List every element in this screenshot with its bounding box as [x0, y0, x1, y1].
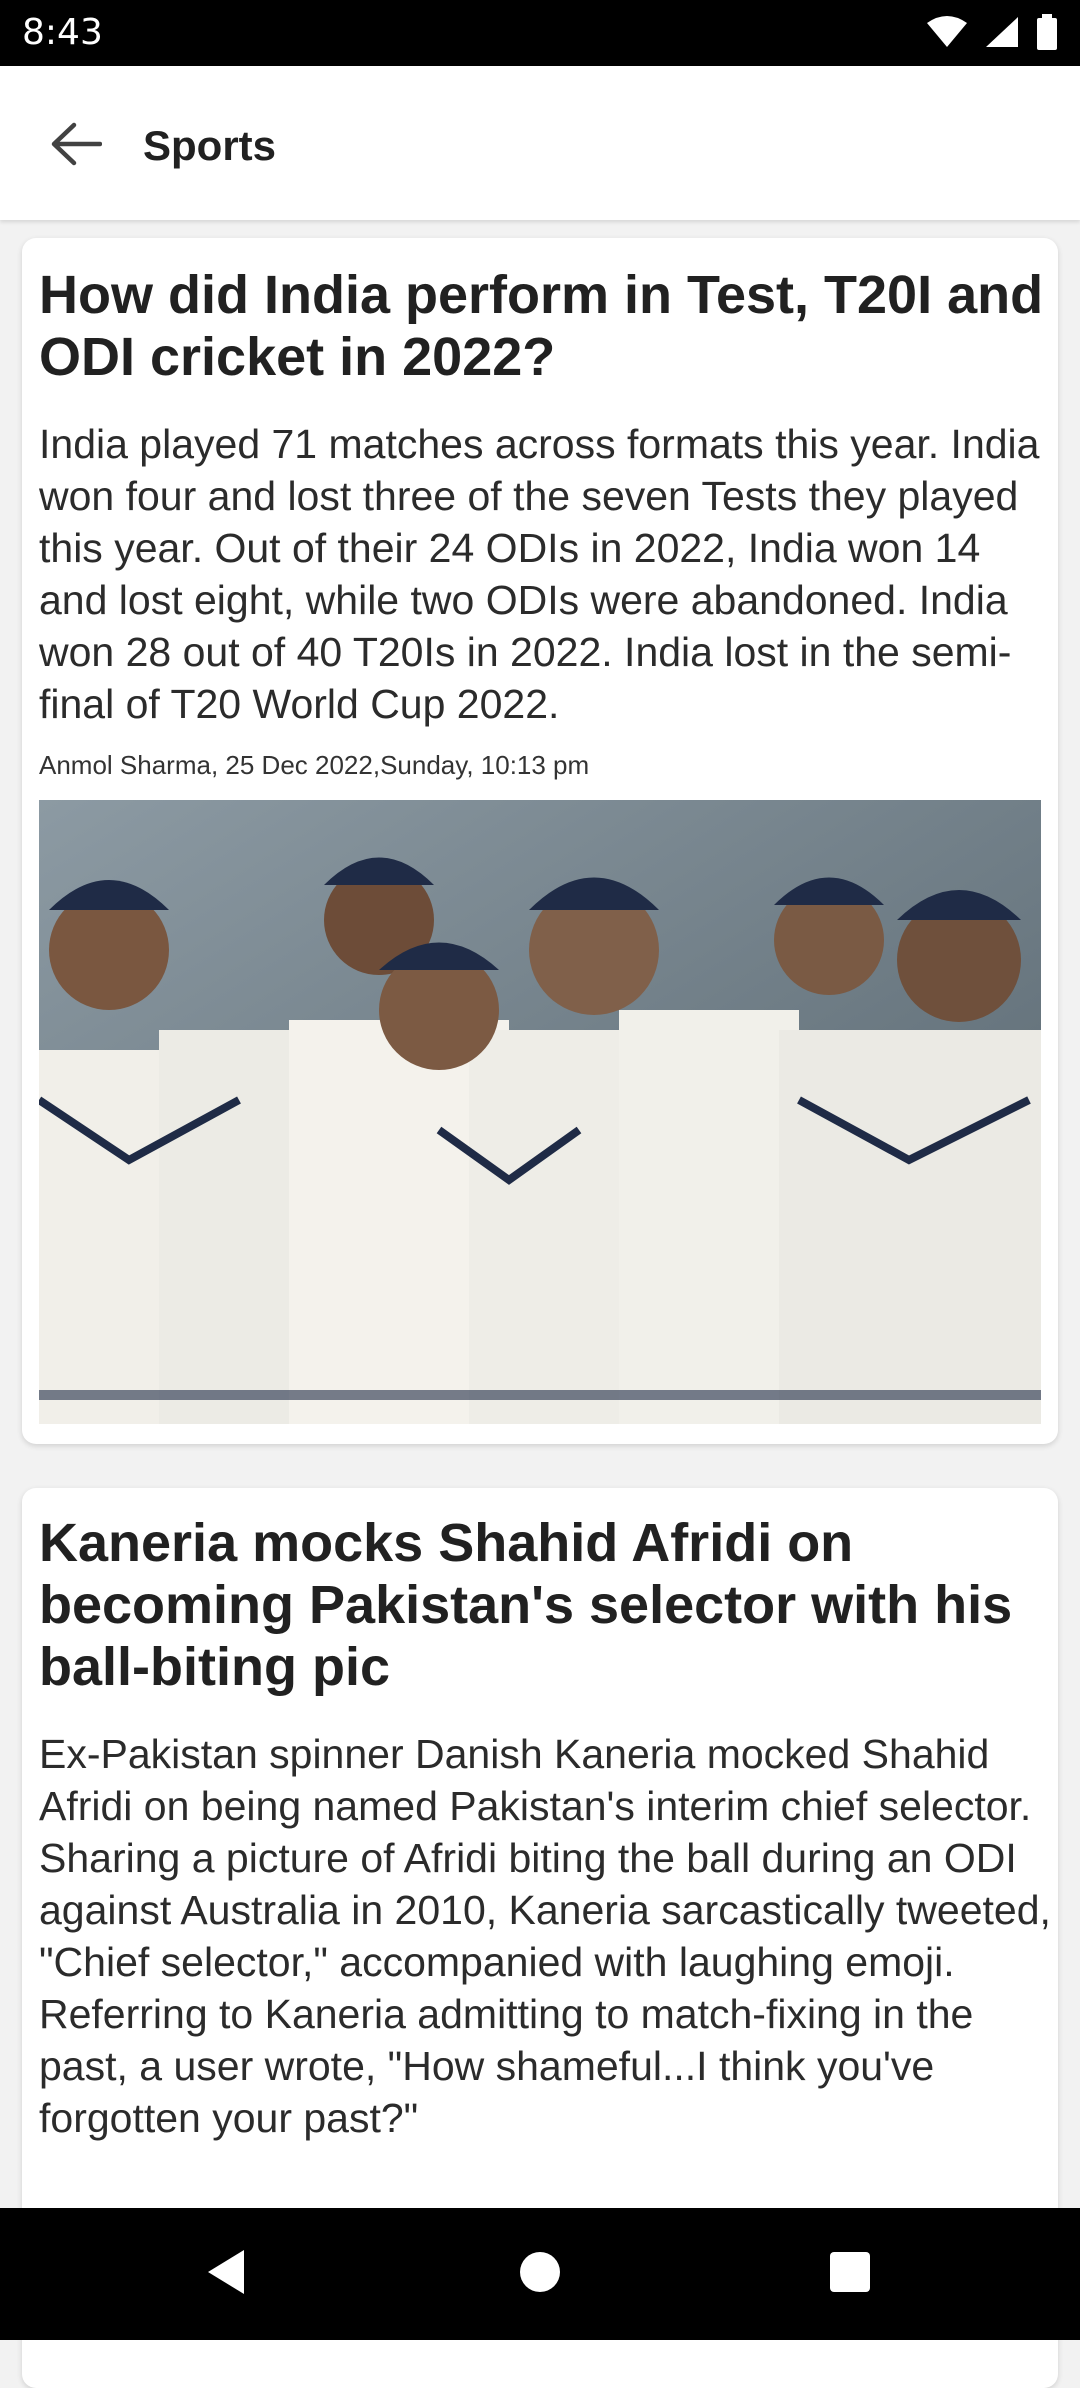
- recents-square-icon: [828, 2250, 872, 2299]
- article-summary: Ex-Pakistan spinner Danish Kaneria mocke…: [39, 1731, 1051, 2141]
- article-summary: India played 71 matches across formats t…: [39, 421, 1040, 727]
- battery-icon: [1036, 14, 1058, 50]
- article-card[interactable]: How did India perform in Test, T20I and …: [22, 238, 1058, 1444]
- page-title: Sports: [143, 122, 277, 169]
- back-triangle-icon: [204, 2248, 248, 2301]
- status-bar: 8:43: [0, 0, 1080, 66]
- home-circle-icon: [518, 2250, 562, 2299]
- system-nav-bar: [0, 2208, 1080, 2340]
- wifi-icon: [926, 15, 968, 49]
- status-time: 8:43: [22, 12, 103, 53]
- cellular-signal-icon: [984, 15, 1020, 49]
- arrow-left-icon: [50, 122, 103, 171]
- nav-recents-button[interactable]: [820, 2244, 880, 2304]
- article-image[interactable]: [39, 800, 1041, 1424]
- cricket-team-photo: [39, 800, 1041, 1424]
- article-byline: Anmol Sharma, 25 Dec 2022,Sunday, 10:13 …: [39, 750, 590, 780]
- nav-back-button[interactable]: [196, 2244, 256, 2304]
- back-button[interactable]: [36, 106, 116, 186]
- status-icons: [926, 14, 1058, 50]
- nav-home-button[interactable]: [510, 2244, 570, 2304]
- article-title[interactable]: Kaneria mocks Shahid Afridi on becoming …: [39, 1512, 1049, 1698]
- article-title[interactable]: How did India perform in Test, T20I and …: [39, 264, 1049, 388]
- app-bar: Sports: [0, 66, 1080, 220]
